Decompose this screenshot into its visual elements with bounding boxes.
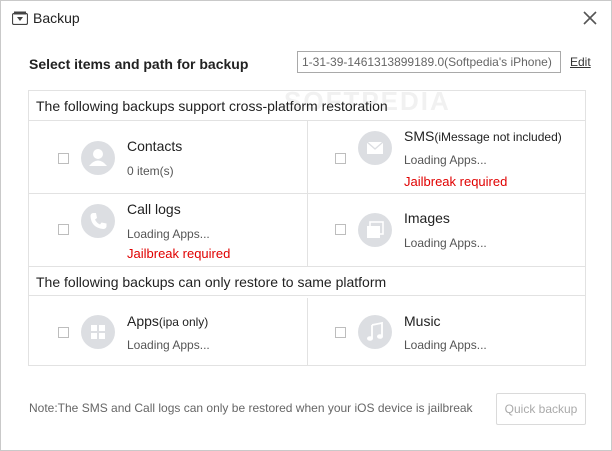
call-logs-checkbox[interactable]: [58, 224, 69, 235]
images-label: Images: [404, 210, 450, 226]
backup-header-label: Select items and path for backup: [29, 56, 249, 72]
images-icon: [358, 213, 392, 247]
edit-path-link[interactable]: Edit: [570, 55, 591, 69]
backup-items-grid: The following backups support cross-plat…: [28, 90, 586, 366]
call-logs-status: Loading Apps...: [127, 227, 210, 241]
jailbreak-note: Note:The SMS and Call logs can only be r…: [29, 401, 473, 415]
person-icon: [81, 141, 115, 175]
contacts-label: Contacts: [127, 138, 183, 154]
apps-icon: [81, 315, 115, 349]
backup-dialog: Backup SOFTPEDIA Select items and path f…: [0, 0, 612, 451]
music-label: Music: [404, 313, 441, 329]
apps-status: Loading Apps...: [127, 338, 210, 352]
contacts-item[interactable]: Contacts 0 item(s): [29, 121, 307, 193]
call-logs-label: Call logs: [127, 201, 181, 217]
call-logs-jailbreak-warning: Jailbreak required: [127, 246, 231, 261]
sms-item[interactable]: SMS(iMessage not included) Loading Apps.…: [308, 121, 585, 193]
images-checkbox[interactable]: [335, 224, 346, 235]
music-checkbox[interactable]: [335, 327, 346, 338]
sms-label: SMS(iMessage not included): [404, 128, 562, 144]
sms-note: (iMessage not included): [434, 130, 562, 144]
title-bar: Backup: [1, 1, 611, 35]
music-status: Loading Apps...: [404, 338, 487, 352]
sms-checkbox[interactable]: [335, 153, 346, 164]
phone-icon: [81, 204, 115, 238]
sms-name: SMS: [404, 128, 435, 144]
sms-status: Loading Apps...: [404, 153, 487, 167]
apps-checkbox[interactable]: [58, 327, 69, 338]
window-title: Backup: [33, 10, 80, 26]
backup-path-field[interactable]: 1-31-39-1461313899189.0(Softpedia's iPho…: [297, 51, 561, 73]
apps-item[interactable]: Apps(ipa only) Loading Apps...: [29, 298, 307, 366]
contacts-status: 0 item(s): [127, 164, 174, 178]
music-note-icon: [358, 315, 392, 349]
sms-jailbreak-warning: Jailbreak required: [404, 174, 508, 189]
contacts-checkbox[interactable]: [58, 153, 69, 164]
apps-note: (ipa only): [158, 315, 209, 329]
close-icon[interactable]: [579, 7, 601, 29]
music-item[interactable]: Music Loading Apps...: [308, 298, 585, 366]
images-status: Loading Apps...: [404, 236, 487, 250]
call-logs-item[interactable]: Call logs Loading Apps... Jailbreak requ…: [29, 194, 307, 266]
envelope-icon: [358, 131, 392, 165]
app-icon: [11, 11, 29, 26]
apps-name: Apps: [127, 313, 159, 329]
quick-backup-button[interactable]: Quick backup: [496, 393, 586, 425]
cross-platform-section-title: The following backups support cross-plat…: [29, 91, 585, 121]
images-item[interactable]: Images Loading Apps...: [308, 194, 585, 266]
apps-label: Apps(ipa only): [127, 313, 208, 329]
same-platform-section-title: The following backups can only restore t…: [29, 266, 585, 296]
